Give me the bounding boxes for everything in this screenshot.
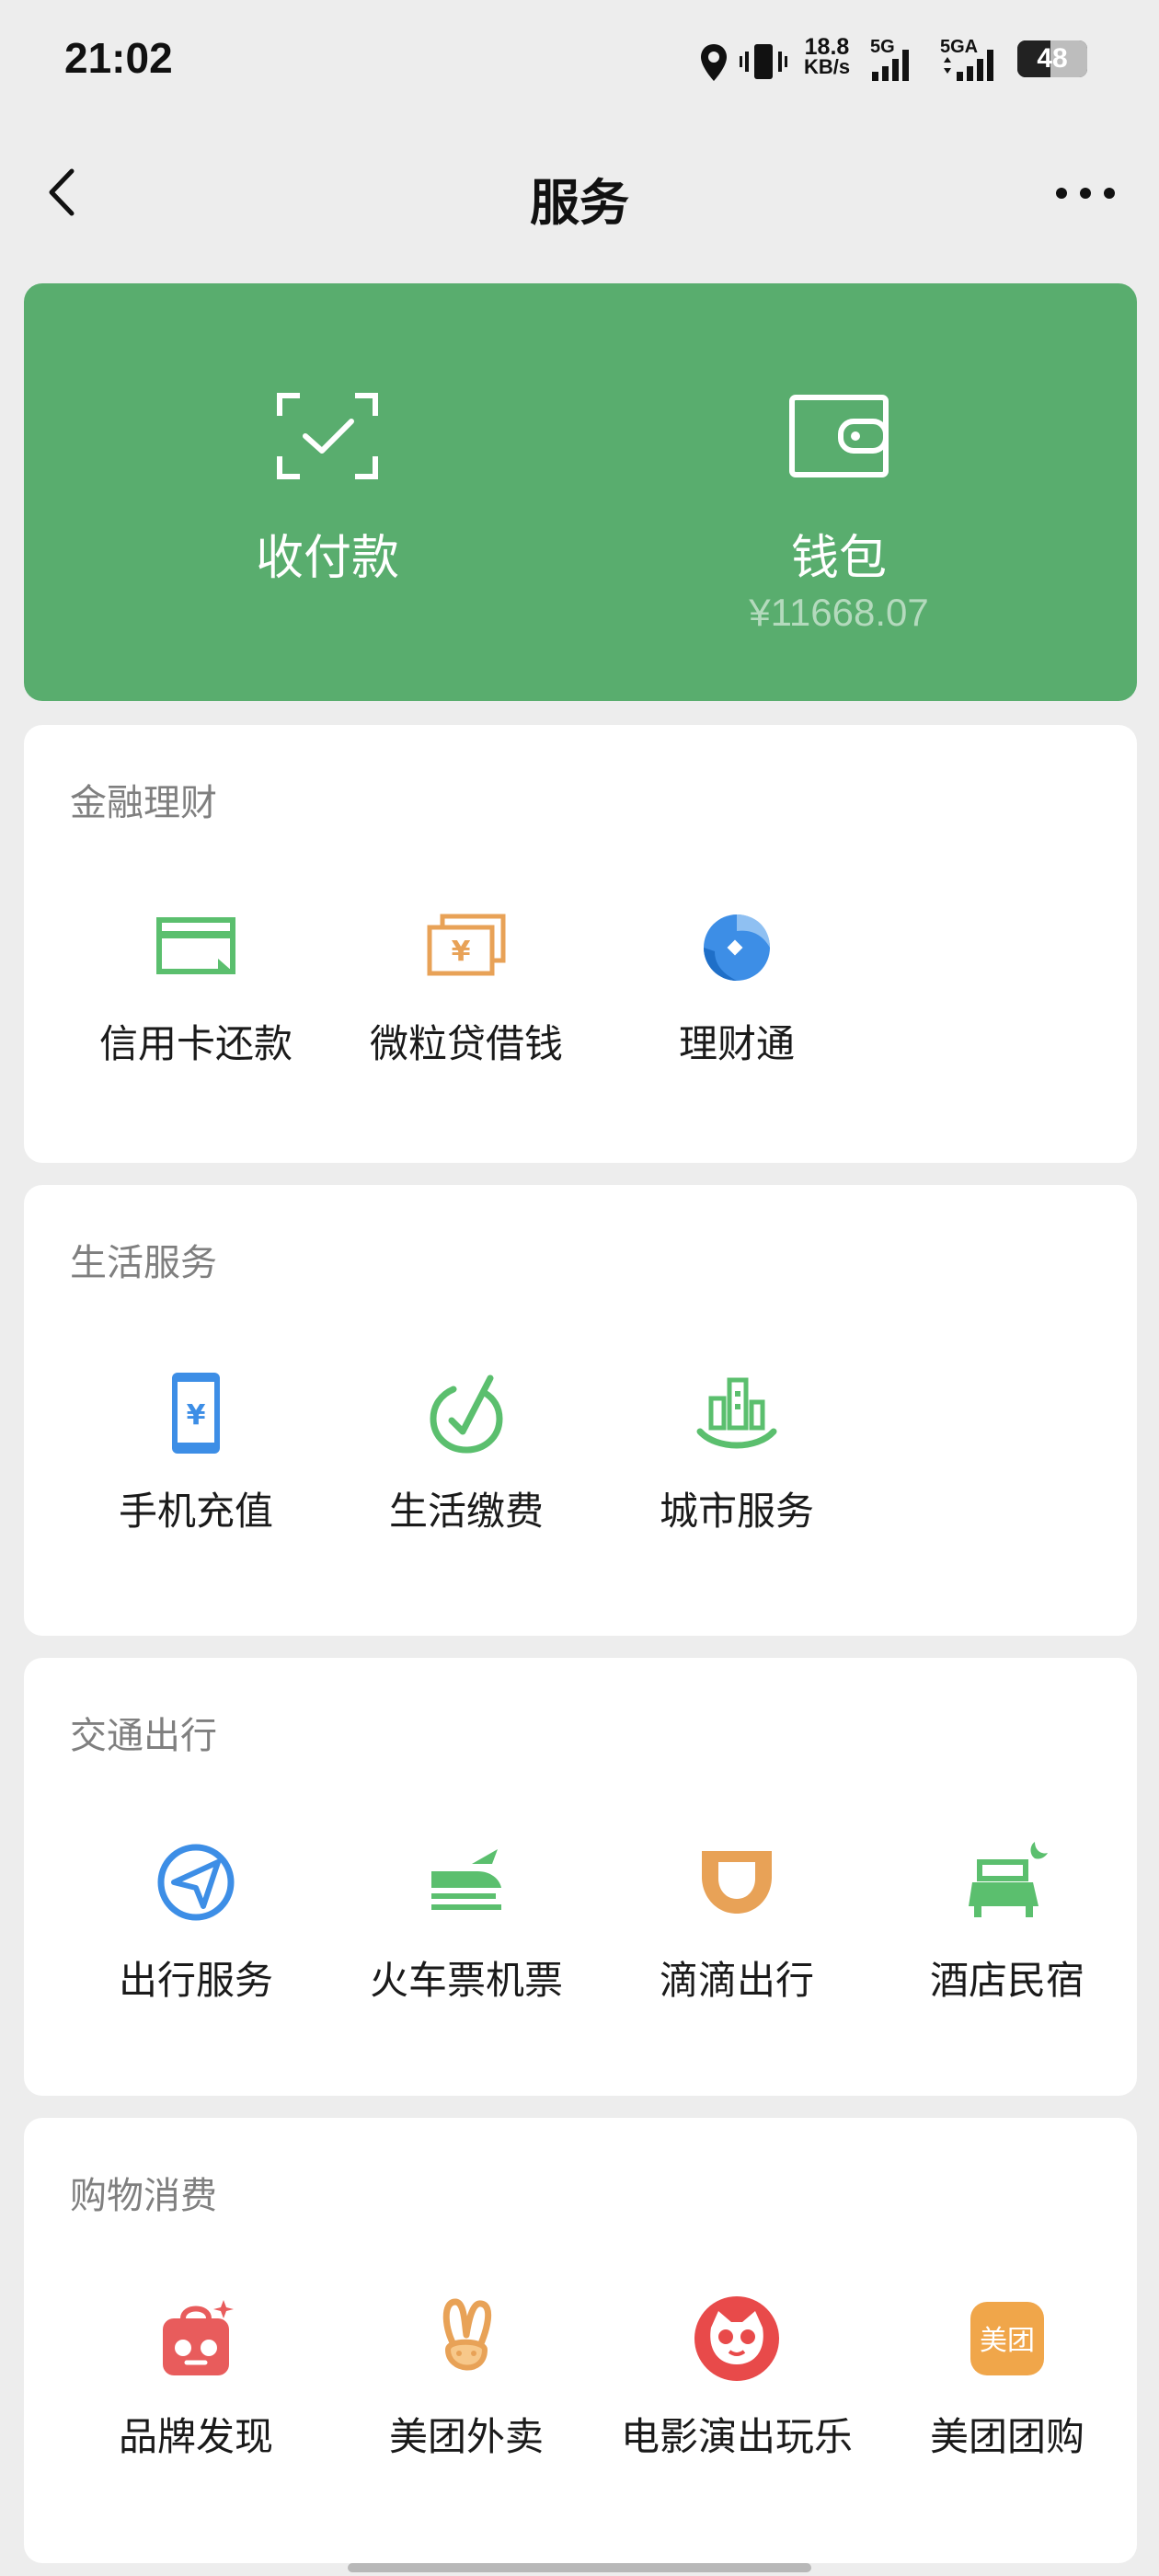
tile-label: 电影演出玩乐	[620, 2414, 853, 2459]
scan-check-icon	[277, 393, 378, 479]
tile-utility-payment[interactable]: 生活缴费	[331, 1367, 602, 1538]
signal-icon-2	[944, 50, 993, 81]
page-title: 服务	[530, 174, 629, 232]
tile-label: 品牌发现	[118, 2414, 273, 2459]
cat-eye-icon	[694, 2296, 779, 2381]
tile-label: 美团团购	[929, 2414, 1084, 2459]
tile-label: 出行服务	[118, 1958, 273, 2003]
tile-label: 火车票机票	[369, 1958, 563, 2003]
wallet-button[interactable]: 钱包 ¥11668.07	[581, 283, 1096, 701]
tile-label: 理财通	[678, 1021, 795, 1066]
tile-licaitong[interactable]: 理财通	[602, 900, 872, 1071]
battery-indicator: 48	[1017, 40, 1087, 77]
tile-label: 美团外卖	[388, 2414, 544, 2459]
status-bar: 21:02 18.8 KB/s 5G 5GA 48	[0, 0, 1159, 120]
home-indicator[interactable]	[348, 2563, 811, 2572]
more-button[interactable]	[1049, 166, 1122, 221]
more-dots-icon	[1056, 188, 1115, 199]
hotel-bed-icon	[969, 1842, 1048, 1917]
credit-card-icon	[156, 917, 235, 974]
tile-brand-discovery[interactable]: 品牌发现	[61, 2293, 331, 2464]
tile-label: 微粒贷借钱	[369, 1021, 563, 1066]
tile-label: 城市服务	[659, 1489, 814, 1534]
tile-travel-service[interactable]: 出行服务	[61, 1836, 331, 2007]
svg-text:¥: ¥	[452, 936, 471, 968]
tile-label: 信用卡还款	[98, 1021, 293, 1066]
tile-train-flight[interactable]: 火车票机票	[331, 1836, 602, 2007]
wallet-icon	[789, 395, 889, 477]
check-circle-icon	[430, 1374, 503, 1454]
location-icon	[701, 44, 727, 81]
tile-label: 生活缴费	[388, 1489, 544, 1534]
shopping-bag-icon	[163, 2300, 234, 2375]
tile-weilidai[interactable]: ¥ 微粒贷借钱	[331, 900, 602, 1071]
wealth-drop-icon	[704, 914, 770, 981]
tile-city-services[interactable]: 城市服务	[602, 1367, 872, 1538]
section-title: 金融理财	[70, 782, 217, 824]
didi-icon	[702, 1851, 772, 1914]
tile-label: 酒店民宿	[929, 1958, 1084, 2003]
section-title: 购物消费	[70, 2175, 217, 2217]
nav-bar: 服务	[0, 138, 1159, 248]
tile-didi[interactable]: 滴滴出行	[602, 1836, 872, 2007]
battery-level: 48	[1037, 43, 1068, 74]
tile-movie-shows[interactable]: 电影演出玩乐	[602, 2293, 872, 2464]
meituan-icon: 美团	[970, 2302, 1044, 2375]
section-title: 交通出行	[70, 1715, 217, 1757]
signal-icon	[872, 50, 909, 81]
svg-text:¥: ¥	[187, 1399, 206, 1432]
section-shopping: 购物消费 品牌发现 美团外卖 电影演出玩乐 美团 美团团购	[24, 2118, 1137, 2563]
tile-hotel[interactable]: 酒店民宿	[872, 1836, 1142, 2007]
tile-meituan-waimai[interactable]: 美团外卖	[331, 2293, 602, 2464]
wallet-label: 钱包	[790, 531, 887, 586]
navigation-arrow-icon	[157, 1844, 235, 1921]
rabbit-icon	[442, 2298, 492, 2371]
status-time: 21:02	[64, 34, 173, 82]
net-speed-unit: KB/s	[803, 55, 851, 78]
status-icons: 18.8 KB/s 5G 5GA 48	[699, 35, 1095, 90]
city-buildings-icon	[696, 1377, 777, 1449]
train-plane-icon	[431, 1849, 501, 1910]
section-title: 生活服务	[70, 1242, 217, 1284]
vibrate-icon	[740, 44, 787, 79]
phone-yuan-icon: ¥	[172, 1373, 220, 1454]
meituan-badge-text: 美团	[980, 2325, 1035, 2357]
wallet-card: 收付款 钱包 ¥11668.07	[24, 283, 1137, 701]
network-speed: 18.8 KB/s	[795, 34, 859, 78]
section-life-services: 生活服务 ¥ 手机充值 生活缴费 城市服务	[24, 1185, 1137, 1636]
tile-label: 滴滴出行	[659, 1958, 814, 2003]
pay-receive-button[interactable]: 收付款	[70, 283, 585, 701]
tile-label: 手机充值	[118, 1489, 273, 1534]
pay-label: 收付款	[255, 531, 399, 586]
section-transport: 交通出行 出行服务 火车票机票 滴滴出行 酒店民宿	[24, 1658, 1137, 2096]
yuan-bills-icon: ¥	[427, 914, 506, 976]
wallet-balance: ¥11668.07	[749, 591, 929, 634]
tile-meituan-tuangou[interactable]: 美团 美团团购	[872, 2293, 1142, 2464]
tile-credit-card-repay[interactable]: 信用卡还款	[61, 900, 331, 1071]
tile-mobile-topup[interactable]: ¥ 手机充值	[61, 1367, 331, 1538]
section-finance: 金融理财 信用卡还款 ¥ 微粒贷借钱 理财通	[24, 725, 1137, 1163]
net-speed-value: 18.8	[804, 34, 850, 60]
